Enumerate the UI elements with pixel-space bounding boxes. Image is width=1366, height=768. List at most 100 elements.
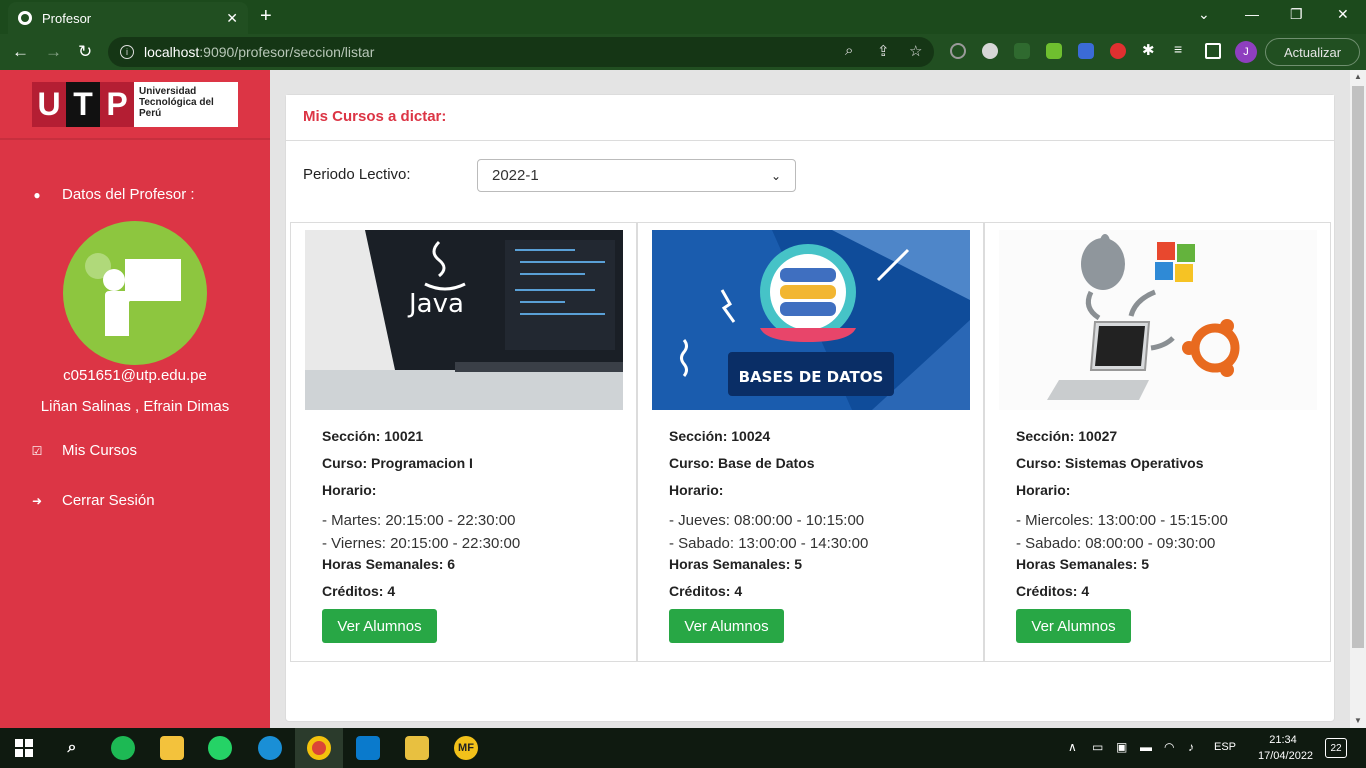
period-select[interactable]: 2022-1 ⌄ <box>477 159 796 192</box>
teacher-avatar <box>63 221 207 365</box>
tray-app-icon[interactable]: ▣ <box>1116 740 1127 754</box>
youtube-extension-icon[interactable] <box>1110 43 1126 59</box>
new-tab-button[interactable]: + <box>260 5 272 28</box>
card-header: Mis Cursos a dictar: <box>286 95 1334 141</box>
profile-heading: ● Datos del Profesor : <box>30 186 195 203</box>
restore-icon[interactable]: ❐ <box>1290 6 1303 23</box>
chrome-icon[interactable] <box>307 736 331 760</box>
bookmark-star-icon[interactable]: ☆ <box>909 42 922 60</box>
tray-device-icon[interactable]: ▭ <box>1092 740 1103 754</box>
windows-start-icon[interactable] <box>12 736 36 760</box>
notification-badge[interactable]: 22 <box>1325 738 1347 758</box>
whatsapp-icon[interactable] <box>208 736 232 760</box>
scroll-down-icon[interactable]: ▼ <box>1354 716 1362 725</box>
sidebar-divider <box>0 138 270 140</box>
course-weekly-hours: Horas Semanales: 5 <box>669 556 803 572</box>
courses-card: Mis Cursos a dictar: Periodo Lectivo: 20… <box>285 94 1335 722</box>
download-extension-icon[interactable] <box>1046 43 1062 59</box>
course-name: Curso: Base de Datos <box>669 455 815 471</box>
extension-icon[interactable] <box>950 43 966 59</box>
browser-tab[interactable]: Profesor ✕ <box>8 2 248 34</box>
profile-heading-label: Datos del Profesor : <box>62 186 195 203</box>
course-card: BASES DE DATOS Sección: 10024 Curso: Bas… <box>637 222 984 662</box>
course-card: Java Sección: 10021 Curso: Programacion … <box>290 222 637 662</box>
database-image-text: BASES DE DATOS <box>739 368 884 386</box>
course-section: Sección: 10027 <box>1016 428 1118 444</box>
tray-chevron-icon[interactable]: ∧ <box>1068 740 1077 754</box>
sidebar-item-cerrar-sesion[interactable]: ➜ Cerrar Sesión <box>30 492 155 509</box>
course-section: Sección: 10024 <box>669 428 771 444</box>
tab-title: Profesor <box>42 10 92 26</box>
utp-logo: U T P Universidad Tecnológica del Perú <box>32 82 238 127</box>
browser-tabstrip: Profesor ✕ + ⌄ — ❐ ✕ <box>0 0 1366 34</box>
vscode-icon[interactable] <box>356 736 380 760</box>
media-queue-icon[interactable]: ≡ <box>1174 41 1190 57</box>
database-image: BASES DE DATOS <box>652 230 970 410</box>
tab-search-chevron-icon[interactable]: ⌄ <box>1198 6 1210 23</box>
course-credits: Créditos: 4 <box>669 583 743 599</box>
extension-icon[interactable] <box>982 43 998 59</box>
logo-letter: T <box>66 82 100 127</box>
mf-app-icon[interactable]: MF <box>454 736 478 760</box>
window-close-icon[interactable]: ✕ <box>1337 6 1349 23</box>
battery-icon[interactable]: ▬ <box>1140 740 1152 754</box>
puzzle-extensions-icon[interactable]: ✱ <box>1142 41 1158 59</box>
course-credits: Créditos: 4 <box>322 583 396 599</box>
app-icon[interactable] <box>405 736 429 760</box>
schedule-item: - Martes: 20:15:00 - 22:30:00 <box>322 512 516 529</box>
globe-icon <box>18 11 32 25</box>
course-weekly-hours: Horas Semanales: 6 <box>322 556 456 572</box>
reload-icon[interactable]: ↻ <box>78 42 92 62</box>
extension-icon[interactable] <box>1014 43 1030 59</box>
edge-icon[interactable] <box>258 736 282 760</box>
address-bar[interactable]: i localhost:9090/profesor/seccion/listar <box>108 37 934 67</box>
forward-arrow-icon[interactable]: → <box>45 42 62 62</box>
wifi-icon[interactable]: ◠ <box>1164 740 1174 754</box>
java-image-text: Java <box>407 289 464 319</box>
clock-time: 21:34 <box>1269 734 1297 746</box>
file-explorer-icon[interactable] <box>160 736 184 760</box>
language-indicator[interactable]: ESP <box>1214 741 1236 753</box>
scrollbar-thumb[interactable] <box>1352 86 1364 648</box>
update-button[interactable]: Actualizar <box>1265 38 1360 66</box>
zoom-icon[interactable]: ⌕ <box>845 42 853 59</box>
course-section: Sección: 10021 <box>322 428 424 444</box>
sidebar-item-mis-cursos[interactable]: ☑ Mis Cursos <box>30 442 137 459</box>
chevron-down-icon: ⌄ <box>770 168 781 183</box>
scroll-up-icon[interactable]: ▲ <box>1354 72 1362 81</box>
period-selected-value: 2022-1 <box>492 167 539 184</box>
profile-avatar[interactable]: J <box>1235 41 1257 63</box>
logo-letter: P <box>100 82 134 127</box>
spotify-icon[interactable] <box>111 736 135 760</box>
sidebar-item-label: Mis Cursos <box>62 442 138 459</box>
ver-alumnos-button[interactable]: Ver Alumnos <box>669 609 784 643</box>
avatar-body <box>105 291 129 336</box>
period-label: Periodo Lectivo: <box>303 166 411 183</box>
ver-alumnos-button[interactable]: Ver Alumnos <box>322 609 437 643</box>
course-schedule-label: Horario: <box>322 482 377 498</box>
teacher-email: c051651@utp.edu.pe <box>63 367 207 384</box>
course-credits: Créditos: 4 <box>1016 583 1090 599</box>
tab-close-icon[interactable]: ✕ <box>226 10 238 27</box>
share-icon[interactable]: ⇪ <box>877 42 890 60</box>
back-arrow-icon[interactable]: ← <box>12 42 29 62</box>
clock[interactable]: 21:34 17/04/2022 <box>1258 732 1314 764</box>
course-name: Curso: Programacion I <box>322 455 473 471</box>
browser-toolbar: ← → ↻ i localhost:9090/profesor/seccion/… <box>0 34 1366 70</box>
logo-letter: U <box>32 82 66 127</box>
course-card: Sección: 10027 Curso: Sistemas Operativo… <box>984 222 1331 662</box>
minimize-icon[interactable]: — <box>1245 6 1259 22</box>
course-name: Curso: Sistemas Operativos <box>1016 455 1204 471</box>
schedule-item: - Viernes: 20:15:00 - 22:30:00 <box>322 535 521 552</box>
side-panel-icon[interactable] <box>1205 43 1221 59</box>
extension-icon[interactable] <box>1078 43 1094 59</box>
course-schedule-label: Horario: <box>1016 482 1071 498</box>
url-host: localhost <box>144 44 200 60</box>
info-icon[interactable]: i <box>120 45 134 59</box>
ver-alumnos-button[interactable]: Ver Alumnos <box>1016 609 1131 643</box>
clock-date: 17/04/2022 <box>1258 750 1314 762</box>
user-icon: ● <box>33 187 41 202</box>
search-icon[interactable]: ⌕ <box>60 736 84 760</box>
volume-icon[interactable]: ♪ <box>1188 740 1194 754</box>
schedule-item: - Sabado: 08:00:00 - 09:30:00 <box>1016 535 1216 552</box>
